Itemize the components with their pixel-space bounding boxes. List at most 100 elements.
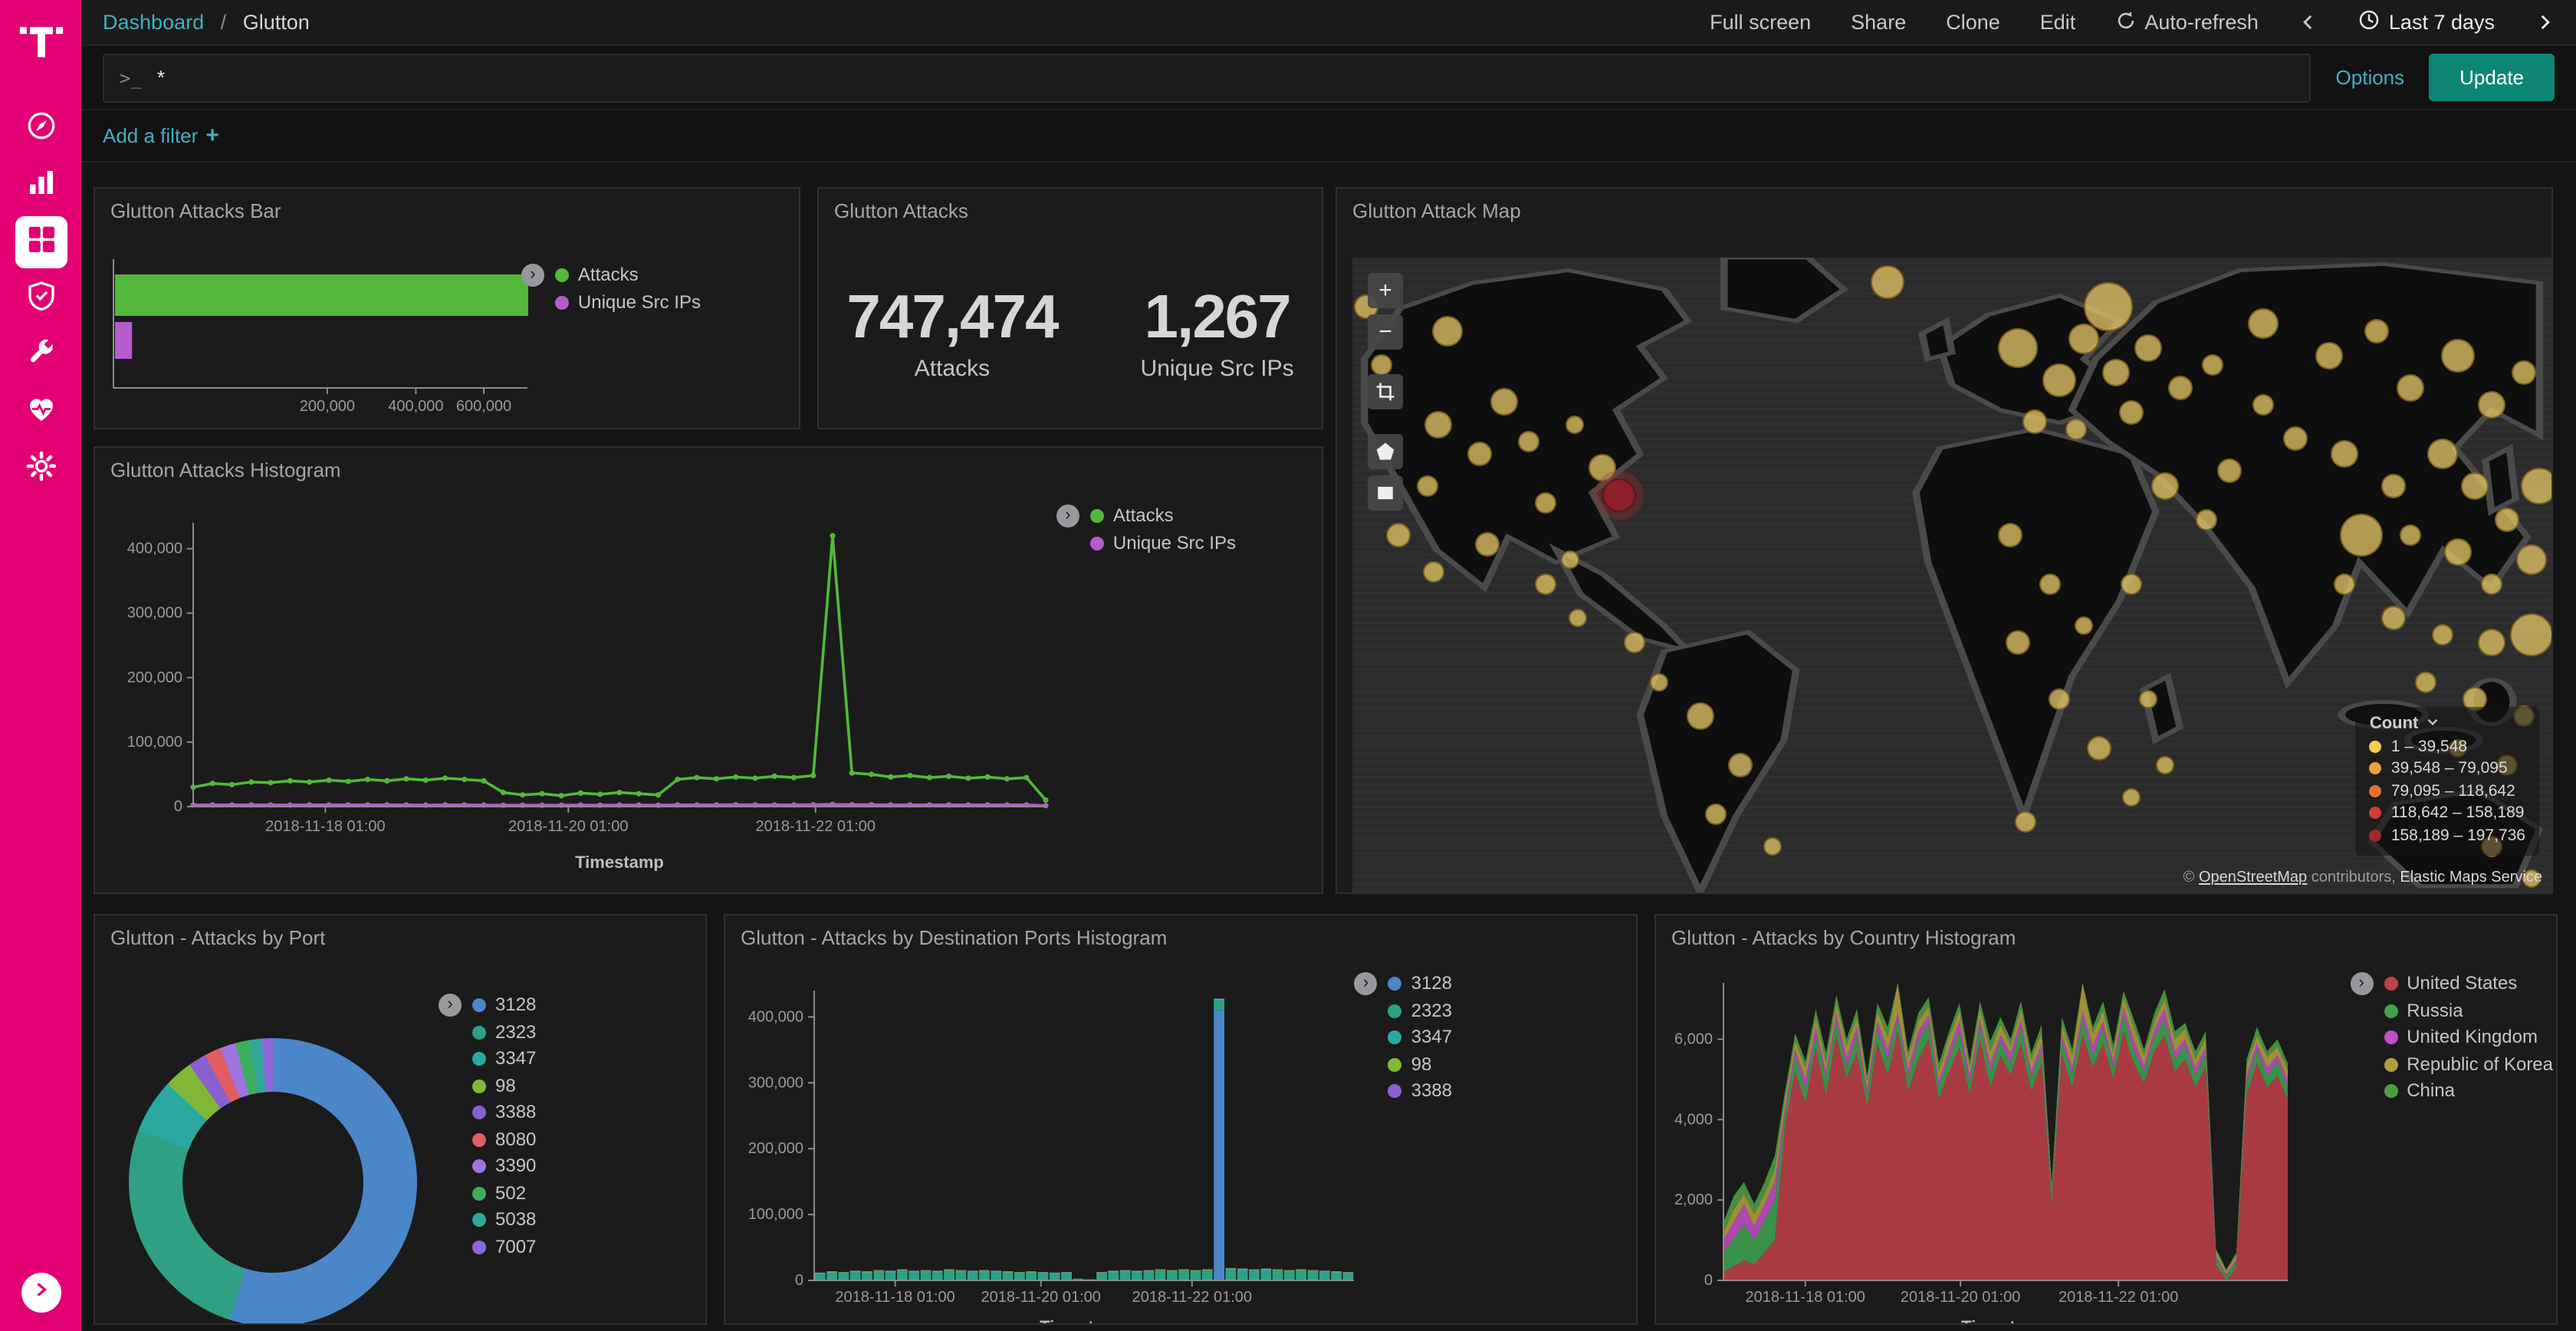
time-forward-button[interactable] — [2535, 12, 2555, 32]
legend-item[interactable]: 2323 — [472, 1019, 536, 1046]
query-options-link[interactable]: Options — [2336, 66, 2405, 89]
attack-marker[interactable] — [1535, 573, 1556, 595]
clone-button[interactable]: Clone — [1946, 11, 2000, 34]
legend-item[interactable]: Unique Src IPs — [555, 289, 701, 316]
attack-marker[interactable] — [2444, 538, 2472, 566]
legend-item[interactable]: Attacks — [1090, 503, 1236, 530]
attack-marker[interactable] — [1998, 328, 2038, 368]
attack-marker[interactable] — [2511, 613, 2551, 656]
attack-marker[interactable] — [1491, 388, 1519, 416]
zoom-out-button[interactable]: − — [1368, 314, 1403, 350]
attack-marker[interactable] — [1705, 803, 1727, 824]
attack-marker[interactable] — [2415, 672, 2436, 694]
legend-item[interactable]: China — [2384, 1078, 2553, 1105]
attack-marker[interactable] — [2203, 353, 2224, 375]
attack-marker[interactable] — [2102, 358, 2130, 386]
add-filter-button[interactable]: Add a filter + — [103, 123, 219, 149]
share-button[interactable]: Share — [1851, 11, 1906, 34]
draw-rectangle-button[interactable] — [1368, 475, 1403, 511]
attack-marker[interactable] — [1624, 632, 1645, 653]
legend-item[interactable]: United States — [2384, 971, 2553, 997]
search-input[interactable]: >_ * — [103, 53, 2312, 102]
attack-marker[interactable] — [2048, 689, 2069, 710]
attack-marker[interactable] — [2282, 426, 2307, 450]
attack-marker[interactable] — [2075, 616, 2093, 635]
attack-marker[interactable] — [2399, 525, 2420, 547]
map-legend-title[interactable]: Count — [2370, 714, 2525, 732]
attack-marker[interactable] — [2481, 573, 2502, 595]
attack-marker[interactable] — [1997, 524, 2022, 548]
attack-marker[interactable] — [2364, 319, 2389, 343]
legend-toggle-icon[interactable]: › — [439, 994, 462, 1017]
legend-item[interactable]: 3128 — [472, 992, 536, 1019]
legend-item[interactable]: 7007 — [472, 1234, 536, 1260]
zoom-in-button[interactable]: + — [1368, 273, 1403, 308]
attack-marker[interactable] — [2478, 629, 2505, 656]
attack-marker[interactable] — [1569, 608, 1587, 626]
attack-marker[interactable] — [2427, 439, 2458, 469]
sidebar-item-dev-tools[interactable] — [15, 330, 67, 382]
attack-marker[interactable] — [1560, 551, 1579, 570]
attack-marker[interactable] — [2339, 514, 2382, 557]
attack-marker[interactable] — [1602, 478, 1635, 512]
legend-item[interactable]: 98 — [472, 1073, 536, 1099]
attack-marker[interactable] — [2247, 307, 2278, 338]
legend-item[interactable]: 98 — [1388, 1051, 1452, 1078]
telekom-logo[interactable] — [12, 12, 70, 71]
legend-item[interactable]: 3347 — [1388, 1024, 1452, 1051]
legend-item[interactable]: 8080 — [472, 1126, 536, 1153]
attack-marker[interactable] — [2218, 458, 2242, 482]
attack-marker[interactable] — [2022, 409, 2047, 434]
legend-item[interactable]: 2323 — [1388, 997, 1452, 1024]
sidebar-item-management[interactable] — [15, 443, 67, 495]
attack-marker[interactable] — [2495, 507, 2519, 531]
attack-marker[interactable] — [2156, 756, 2174, 774]
attack-marker[interactable] — [2151, 473, 2179, 501]
sidebar-item-monitoring[interactable] — [15, 386, 67, 439]
time-back-button[interactable] — [2298, 12, 2318, 32]
attack-marker[interactable] — [2006, 630, 2030, 655]
fit-data-bounds-button[interactable] — [1368, 374, 1403, 409]
legend-item[interactable]: Russia — [2384, 997, 2553, 1024]
attack-marker[interactable] — [2139, 690, 2157, 708]
sidebar-item-visualize[interactable] — [15, 159, 67, 212]
attack-marker[interactable] — [2252, 394, 2273, 416]
attack-marker[interactable] — [1588, 453, 1615, 481]
legend-item[interactable]: 3347 — [472, 1046, 536, 1073]
attack-marker[interactable] — [2120, 401, 2144, 426]
attack-marker[interactable] — [1871, 265, 1904, 299]
attack-marker[interactable] — [1418, 476, 1439, 498]
attack-marker[interactable] — [1650, 674, 1668, 692]
attack-marker[interactable] — [2478, 391, 2505, 419]
time-range-picker[interactable]: Last 7 days — [2358, 9, 2495, 35]
legend-item[interactable]: 3388 — [1388, 1078, 1452, 1105]
attack-marker[interactable] — [1687, 702, 1714, 730]
full-screen-button[interactable]: Full screen — [1710, 11, 1811, 34]
legend-toggle-icon[interactable]: › — [2350, 972, 2373, 995]
attack-marker[interactable] — [2441, 339, 2475, 373]
attack-marker[interactable] — [1423, 561, 1444, 583]
sidebar-item-dashboard[interactable] — [15, 216, 67, 268]
legend-toggle-icon[interactable]: › — [1056, 504, 1079, 527]
legend-item[interactable]: 3388 — [472, 1099, 536, 1126]
attack-marker[interactable] — [2461, 473, 2489, 501]
attack-marker[interactable] — [2381, 475, 2406, 499]
attack-marker[interactable] — [1565, 416, 1583, 434]
elastic-maps-service-link[interactable]: Elastic Maps Service — [2400, 869, 2542, 886]
attack-marker[interactable] — [1729, 753, 1753, 777]
attack-marker[interactable] — [2039, 573, 2061, 595]
auto-refresh-button[interactable]: Auto-refresh — [2115, 10, 2259, 35]
attack-marker[interactable] — [1764, 837, 1783, 856]
attack-marker[interactable] — [2083, 282, 2132, 331]
legend-item[interactable]: Attacks — [555, 262, 701, 289]
attack-marker[interactable] — [1518, 430, 1539, 452]
attack-marker[interactable] — [2016, 811, 2037, 833]
update-button[interactable]: Update — [2429, 54, 2555, 101]
attack-marker[interactable] — [2381, 605, 2406, 629]
attack-marker[interactable] — [2517, 545, 2548, 576]
legend-item[interactable]: 5038 — [472, 1207, 536, 1234]
attack-map[interactable]: + − Count — [1352, 258, 2551, 892]
attack-marker[interactable] — [1432, 316, 1463, 347]
breadcrumb-dashboard-link[interactable]: Dashboard — [103, 11, 204, 34]
sidebar-item-security[interactable] — [15, 273, 67, 325]
